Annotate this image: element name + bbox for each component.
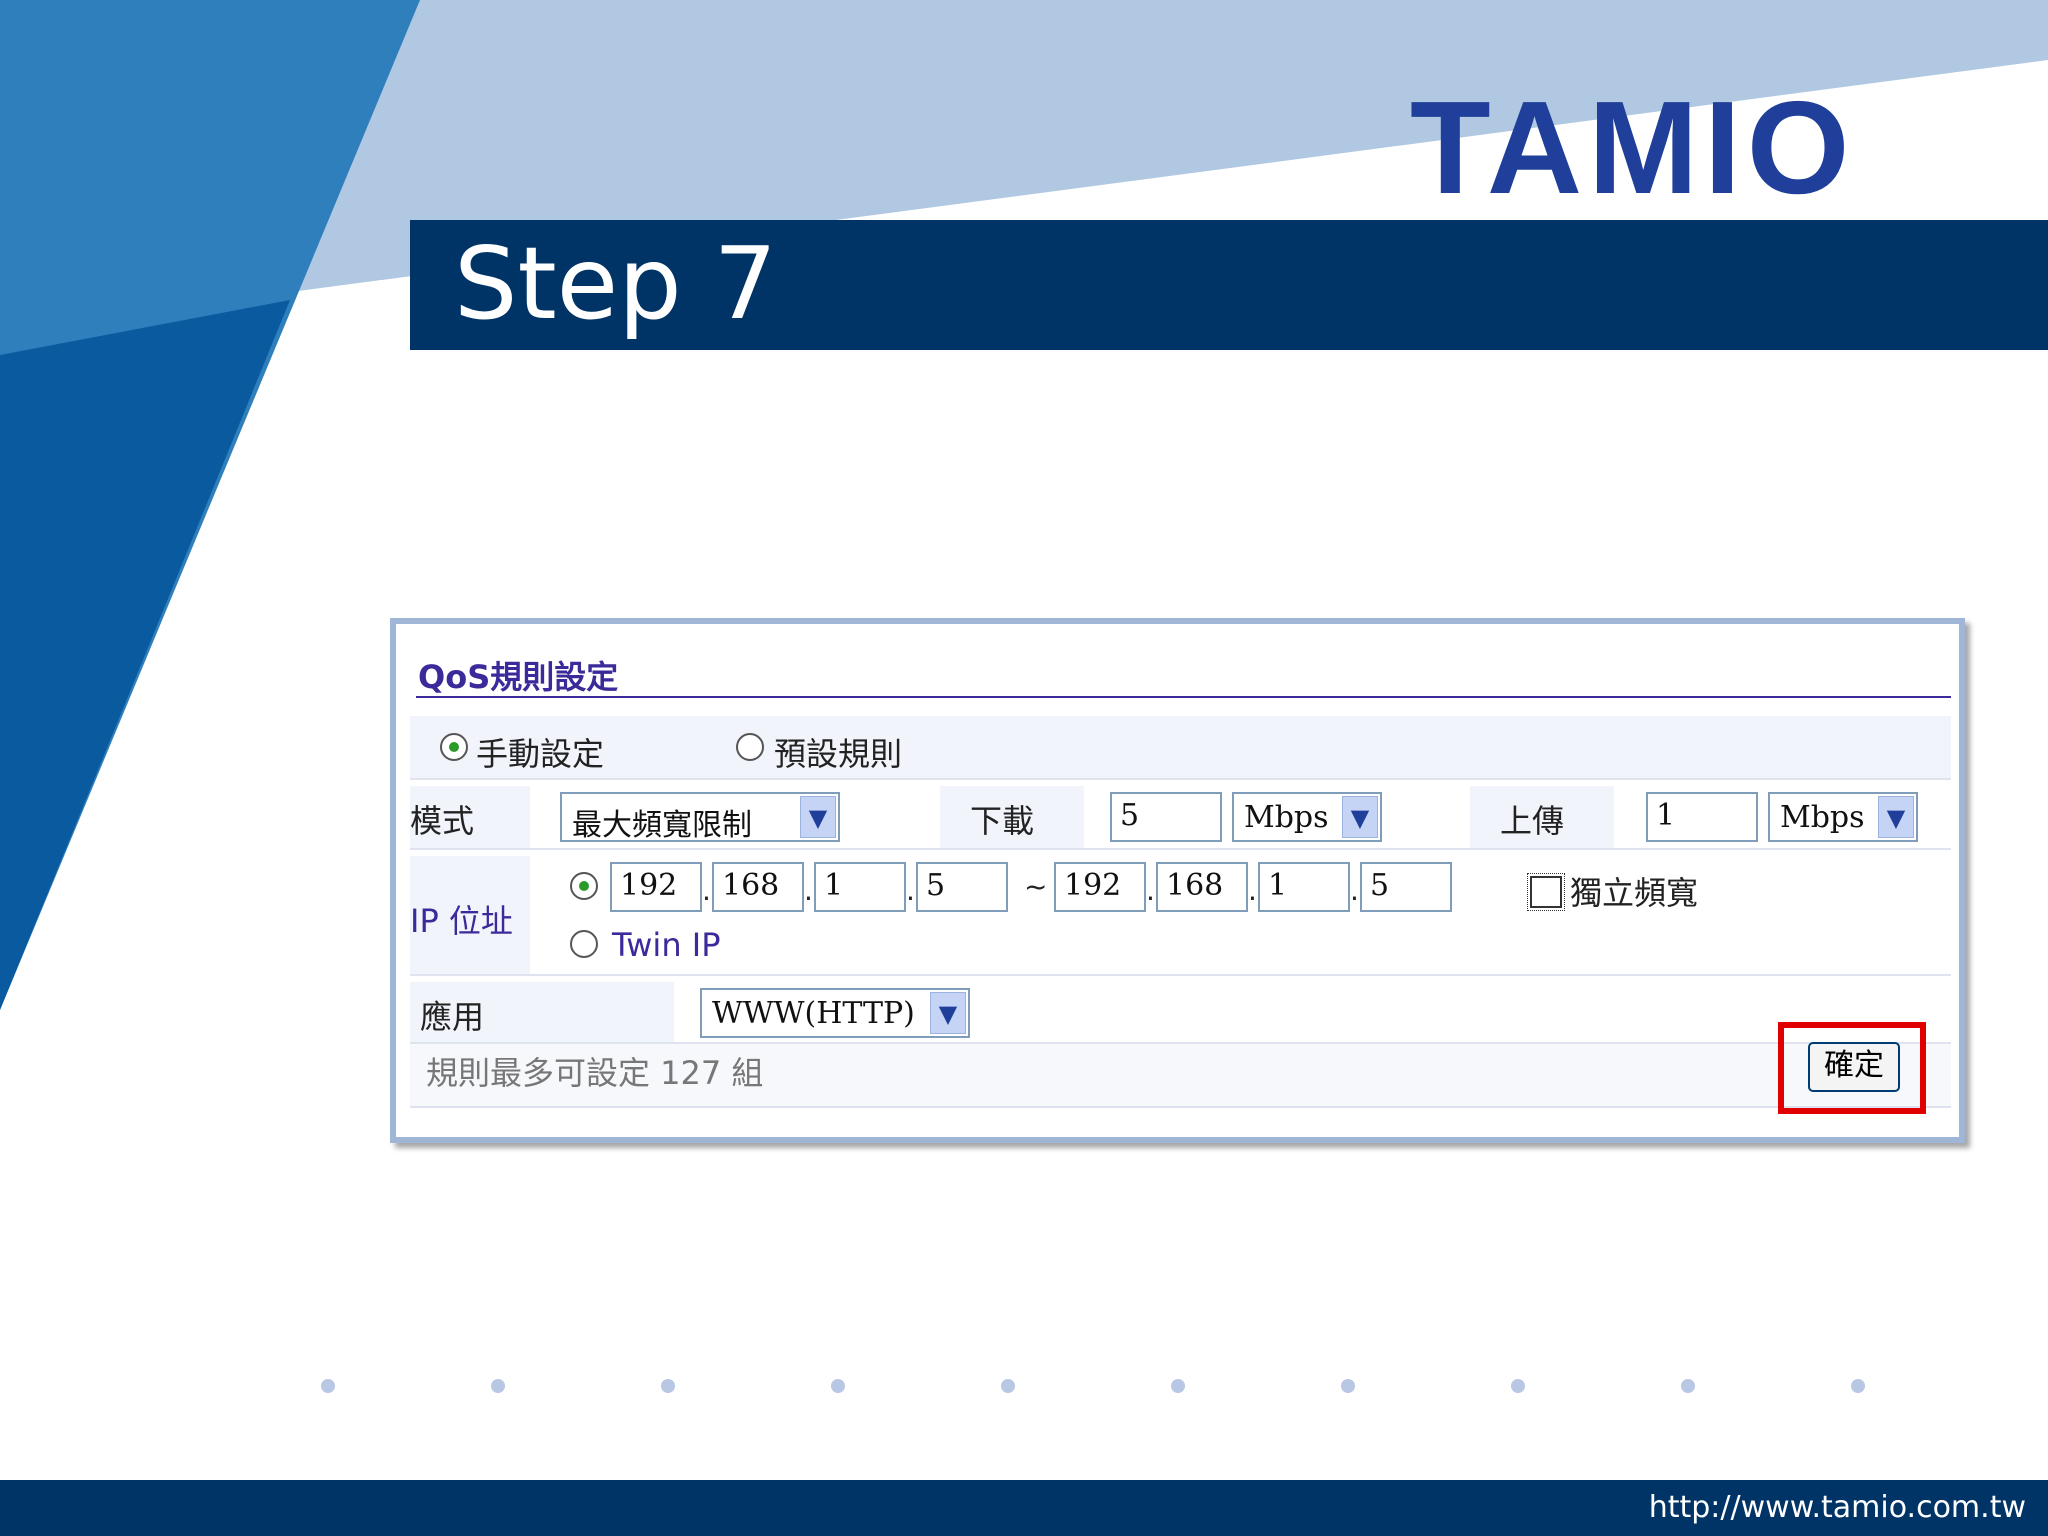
bandwidth-row: 模式 最大頻寬限制 ▼ 下載 5 Mbps ▼ 上傳 1 Mbps ▼: [410, 786, 1951, 850]
ip-dot: .: [1350, 874, 1359, 907]
decorative-dot: [321, 1379, 335, 1393]
ip-start-octet-2[interactable]: 168: [712, 862, 804, 912]
chevron-down-icon[interactable]: ▼: [1342, 796, 1378, 838]
ip-end-octet-3[interactable]: 1: [1258, 862, 1350, 912]
decorative-dot: [1511, 1379, 1525, 1393]
ip-start-octet-3[interactable]: 1: [814, 862, 906, 912]
upload-unit-select[interactable]: Mbps ▼: [1768, 792, 1918, 842]
preset-rule-radio[interactable]: [736, 733, 764, 761]
application-select-value: WWW(HTTP): [712, 996, 915, 1031]
download-unit-value: Mbps: [1244, 800, 1329, 835]
decorative-dot: [661, 1379, 675, 1393]
decorative-dot: [1171, 1379, 1185, 1393]
ip-dot: .: [906, 874, 915, 907]
ip-range-separator: ~: [1024, 870, 1048, 903]
ip-dot: .: [702, 874, 711, 907]
ip-range-radio[interactable]: [570, 872, 598, 900]
manual-setting-radio[interactable]: [440, 733, 468, 761]
decorative-dot: [1341, 1379, 1355, 1393]
tamio-logo: TAMIO: [1410, 74, 1856, 221]
decorative-dot: [1681, 1379, 1695, 1393]
twin-ip-radio[interactable]: [570, 930, 598, 958]
rule-limit-hint: 規則最多可設定 127 組: [426, 1054, 764, 1092]
footer-bar: http://www.tamio.com.tw: [0, 1480, 2048, 1536]
download-input[interactable]: 5: [1110, 792, 1222, 842]
chevron-down-icon[interactable]: ▼: [930, 992, 966, 1034]
ip-dot: .: [1146, 874, 1155, 907]
download-label: 下載: [970, 802, 1035, 840]
preset-rule-label: 預設規則: [774, 735, 903, 773]
chevron-down-icon[interactable]: ▼: [800, 796, 836, 838]
dedicated-bandwidth-checkbox[interactable]: [1527, 873, 1565, 911]
ip-end-octet-4[interactable]: 5: [1360, 862, 1452, 912]
application-row: 應用 WWW(HTTP) ▼: [410, 982, 1951, 1044]
ip-address-label: IP 位址: [410, 902, 513, 940]
upload-unit-value: Mbps: [1780, 800, 1865, 835]
panel-title: QoS規則設定: [418, 658, 619, 696]
footer-url: http://www.tamio.com.tw: [1648, 1490, 2026, 1525]
upload-input[interactable]: 1: [1646, 792, 1758, 842]
ip-start-octet-4[interactable]: 5: [916, 862, 1008, 912]
title-divider: [416, 696, 1951, 698]
ip-row: IP 位址 192 . 168 . 1 . 5 ~ 192 . 168 . 1 …: [410, 856, 1951, 976]
manual-setting-label: 手動設定: [476, 735, 605, 773]
chevron-down-icon[interactable]: ▼: [1878, 796, 1914, 838]
decorative-dot: [491, 1379, 505, 1393]
title-bar: Step 7: [410, 220, 2048, 350]
twin-ip-label: Twin IP: [612, 926, 721, 964]
dedicated-bandwidth-label: 獨立頻寬: [1570, 874, 1699, 912]
mode-select-value: 最大頻寬限制: [572, 808, 752, 843]
qos-rule-panel: QoS規則設定 手動設定 預設規則 模式 最大頻寬限制 ▼ 下載 5 Mbps …: [390, 618, 1965, 1143]
mode-label: 模式: [410, 802, 475, 840]
application-select[interactable]: WWW(HTTP) ▼: [700, 988, 970, 1038]
ip-dot: .: [1248, 874, 1257, 907]
ip-start-octet-1[interactable]: 192: [610, 862, 702, 912]
mode-select[interactable]: 最大頻寬限制 ▼: [560, 792, 840, 843]
slide-title: Step 7: [454, 225, 778, 342]
download-unit-select[interactable]: Mbps ▼: [1232, 792, 1382, 842]
decorative-dot: [831, 1379, 845, 1393]
confirm-button[interactable]: 確定: [1808, 1042, 1900, 1092]
decorative-dot: [1851, 1379, 1865, 1393]
ip-end-octet-1[interactable]: 192: [1054, 862, 1146, 912]
upload-label: 上傳: [1500, 802, 1565, 840]
mode-radio-row: 手動設定 預設規則: [410, 716, 1951, 780]
decorative-dot: [1001, 1379, 1015, 1393]
ip-dot: .: [804, 874, 813, 907]
application-label: 應用: [420, 998, 485, 1036]
ip-end-octet-2[interactable]: 168: [1156, 862, 1248, 912]
